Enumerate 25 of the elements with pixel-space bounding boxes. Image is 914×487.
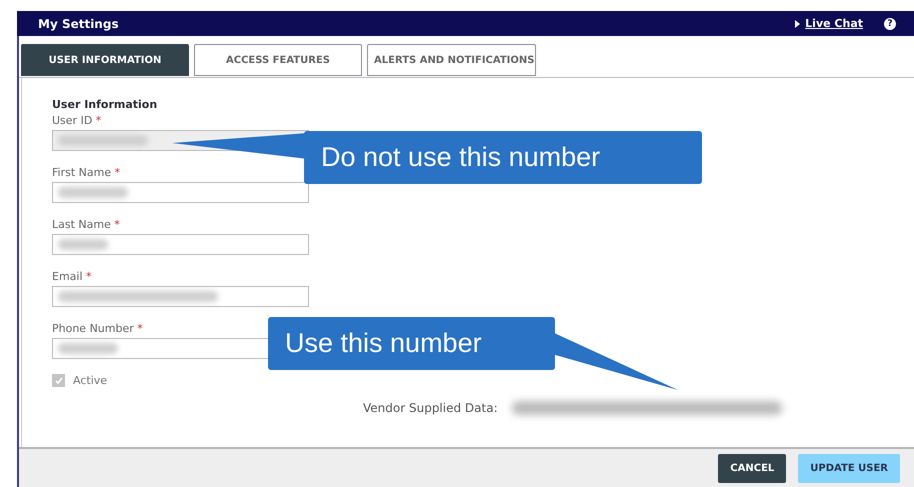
update-button[interactable]: UPDATE USER [798,454,900,482]
field-label: Last Name * [52,218,120,231]
field-label: Email * [52,270,92,283]
page-title: My Settings [38,16,119,30]
cancel-button[interactable]: CANCEL [718,454,786,482]
tab[interactable]: ACCESS FEATURES [194,44,362,76]
field-label: First Name * [52,166,120,179]
field-label: User ID * [52,114,102,127]
input-field[interactable] [52,182,309,203]
checkbox-label: Active [73,374,108,387]
vendor-label: Vendor Supplied Data: [363,401,498,415]
input-field[interactable] [52,286,309,307]
blurred-value [58,343,118,354]
input-field[interactable] [52,234,309,255]
live-chat-link[interactable]: Live Chat [805,17,863,30]
checkmark-icon [54,376,64,386]
blurred-value [58,239,108,250]
callout-tooltip: Do not use this number [304,131,702,184]
field-label: Phone Number * [52,322,143,335]
section-title: User Information [52,98,158,111]
tab[interactable]: ALERTS AND NOTIFICATIONS [367,44,536,76]
help-icon[interactable]: ? [884,18,896,30]
caret-icon [795,20,800,28]
blurred-value [58,187,128,198]
tab[interactable]: USER INFORMATION [21,44,189,76]
